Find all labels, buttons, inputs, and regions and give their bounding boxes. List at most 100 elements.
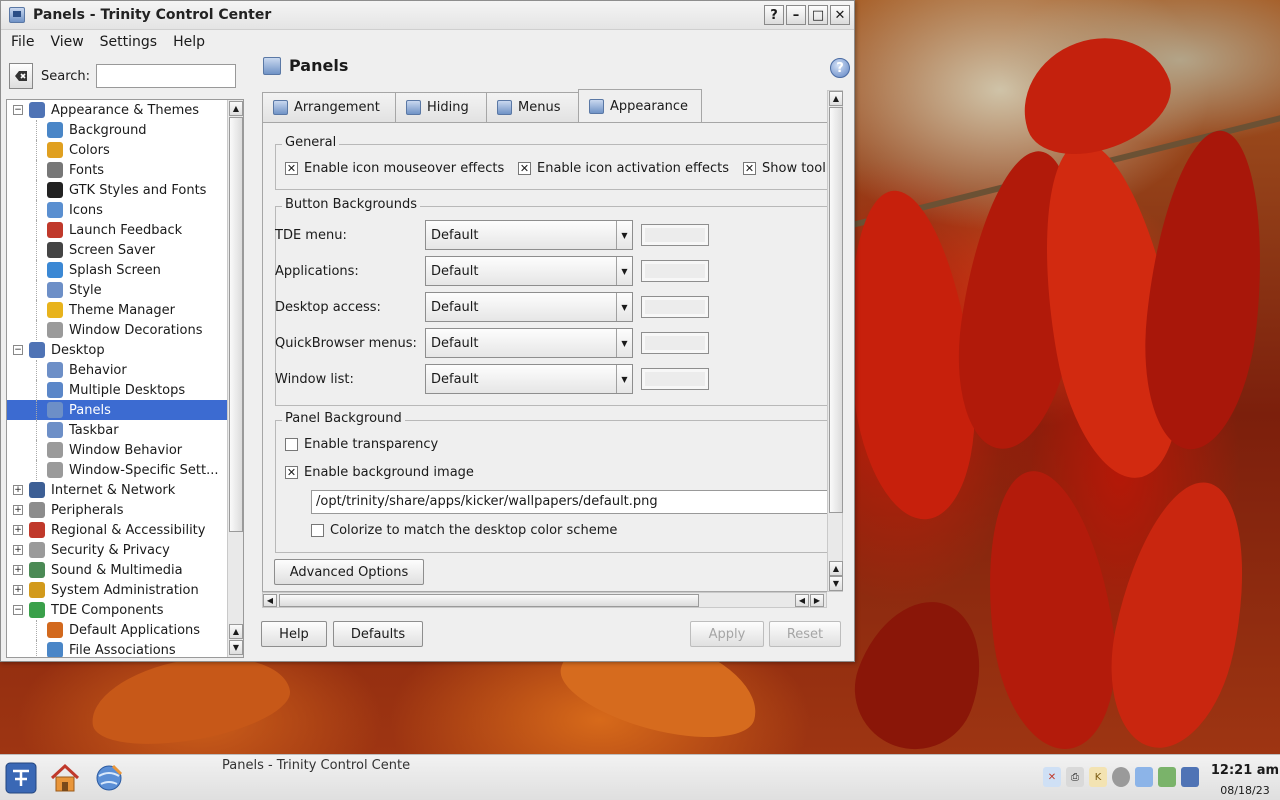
show-tooltips-checkbox[interactable]: ✕ Show tool (743, 161, 826, 176)
window-list-color-swatch[interactable] (641, 368, 709, 390)
panel-scroll-up[interactable]: ▲ (829, 91, 843, 106)
panel-scroll-left[interactable]: ◀ (263, 594, 277, 607)
home-folder-button[interactable] (48, 761, 82, 795)
update-notifier-icon[interactable] (1112, 767, 1130, 787)
display-settings-icon[interactable] (1135, 767, 1153, 787)
panel-scroll-thumb[interactable] (829, 107, 843, 513)
apply-button[interactable]: Apply (690, 621, 764, 647)
tde-menu-color-swatch[interactable] (641, 224, 709, 246)
help-button[interactable]: Help (261, 621, 327, 647)
expand-icon[interactable]: + (13, 565, 23, 575)
tree-item[interactable]: + Sound & Multimedia (7, 560, 228, 580)
window-titlebar[interactable]: Panels - Trinity Control Center ? – □ ✕ (1, 1, 854, 30)
panel-scroll-right[interactable]: ▶ (810, 594, 824, 607)
background-image-checkbox[interactable]: ✕ Enable background image (285, 465, 474, 480)
clear-search-button[interactable] (9, 63, 33, 89)
menu-help[interactable]: Help (167, 34, 211, 50)
screen-icon[interactable] (1181, 767, 1199, 787)
panel-horizontal-scrollbar[interactable]: ◀ ◀ ▶ (262, 592, 827, 608)
tree-item[interactable]: − TDE Components (7, 600, 228, 620)
panel-scroll-up-bottom[interactable]: ▲ (829, 561, 843, 576)
menu-settings[interactable]: Settings (94, 34, 163, 50)
tree-item[interactable]: − Appearance & Themes (7, 100, 228, 120)
tree-item[interactable]: File Associations (7, 640, 228, 657)
quickbrowser-color-swatch[interactable] (641, 332, 709, 354)
whats-this-help-icon[interactable]: ? (830, 58, 850, 78)
tree-item[interactable]: Default Applications (7, 620, 228, 640)
tab-arrangement[interactable]: Arrangement (262, 92, 396, 122)
klipper-clipboard-icon[interactable]: K (1089, 767, 1107, 787)
tree-item[interactable]: + Peripherals (7, 500, 228, 520)
advanced-options-button[interactable]: Advanced Options (274, 559, 424, 585)
tab-appearance[interactable]: Appearance (578, 89, 702, 122)
tde-menu-combo[interactable]: Default ▼ (425, 220, 633, 250)
menu-file[interactable]: File (5, 34, 40, 50)
tree-item[interactable]: Colors (7, 140, 228, 160)
tab-hiding[interactable]: Hiding (395, 92, 487, 122)
expand-icon[interactable]: + (13, 485, 23, 495)
taskbar-task-control-center[interactable]: Panels - Trinity Control Cente (222, 758, 412, 773)
quickbrowser-combo[interactable]: Default ▼ (425, 328, 633, 358)
collapse-icon[interactable]: − (13, 605, 23, 615)
collapse-icon[interactable]: − (13, 105, 23, 115)
panel-scroll-down[interactable]: ▼ (829, 576, 843, 591)
applications-combo[interactable]: Default ▼ (425, 256, 633, 286)
network-disconnected-icon[interactable]: ✕ (1043, 767, 1061, 787)
tree-scroll-thumb[interactable] (229, 117, 243, 532)
tree-item[interactable]: + Regional & Accessibility (7, 520, 228, 540)
tree-scroll-up-bottom[interactable]: ▲ (229, 624, 243, 639)
panel-scroll-left-end[interactable]: ◀ (795, 594, 809, 607)
tree-item[interactable]: Style (7, 280, 228, 300)
tree-item[interactable]: Window-Specific Sett... (7, 460, 228, 480)
tree-item[interactable]: Window Behavior (7, 440, 228, 460)
help-title-button[interactable]: ? (764, 5, 784, 25)
tree-item[interactable]: Taskbar (7, 420, 228, 440)
tree-item[interactable]: Icons (7, 200, 228, 220)
window-list-combo[interactable]: Default ▼ (425, 364, 633, 394)
icon-mouseover-checkbox[interactable]: ✕ Enable icon mouseover effects (285, 161, 504, 176)
collapse-icon[interactable]: − (13, 345, 23, 355)
tree-item[interactable]: Window Decorations (7, 320, 228, 340)
tree-item[interactable]: Behavior (7, 360, 228, 380)
tree-item[interactable]: Fonts (7, 160, 228, 180)
icon-activation-checkbox[interactable]: ✕ Enable icon activation effects (518, 161, 729, 176)
tde-menu-button[interactable] (4, 761, 38, 795)
close-button[interactable]: ✕ (830, 5, 850, 25)
tree-item[interactable]: Screen Saver (7, 240, 228, 260)
tree-item[interactable]: GTK Styles and Fonts (7, 180, 228, 200)
tree-item[interactable]: Splash Screen (7, 260, 228, 280)
tree-scroll-up[interactable]: ▲ (229, 101, 243, 116)
network-manager-icon[interactable] (1158, 767, 1176, 787)
menu-view[interactable]: View (44, 34, 89, 50)
search-input[interactable] (96, 64, 237, 88)
transparency-checkbox[interactable]: Enable transparency (285, 437, 438, 452)
tree-item[interactable]: + Internet & Network (7, 480, 228, 500)
desktop-access-color-swatch[interactable] (641, 296, 709, 318)
tree-item[interactable]: − Desktop (7, 340, 228, 360)
expand-icon[interactable]: + (13, 525, 23, 535)
applications-color-swatch[interactable] (641, 260, 709, 282)
tree-item[interactable]: Panels (7, 400, 228, 420)
tree-item[interactable]: Background (7, 120, 228, 140)
defaults-button[interactable]: Defaults (333, 621, 423, 647)
panel-hscroll-thumb[interactable] (279, 594, 699, 607)
tree-item[interactable]: Multiple Desktops (7, 380, 228, 400)
tree-item[interactable]: Launch Feedback (7, 220, 228, 240)
tree-item[interactable]: + System Administration (7, 580, 228, 600)
tree-item[interactable]: Theme Manager (7, 300, 228, 320)
tab-menus[interactable]: Menus (486, 92, 579, 122)
reset-button[interactable]: Reset (769, 621, 841, 647)
tree-scroll-down[interactable]: ▼ (229, 640, 243, 655)
panel-vertical-scrollbar[interactable]: ▲ ▲ ▼ (827, 90, 843, 592)
tree-scrollbar[interactable]: ▲ ▲ ▼ (227, 100, 243, 657)
tree-item[interactable]: + Security & Privacy (7, 540, 228, 560)
background-image-path-input[interactable]: /opt/trinity/share/apps/kicker/wallpaper… (311, 490, 827, 514)
web-browser-button[interactable] (92, 761, 126, 795)
printer-icon[interactable]: ⎙ (1066, 767, 1084, 787)
clock[interactable]: 12:21 am 08/18/23 (1210, 763, 1280, 797)
expand-icon[interactable]: + (13, 545, 23, 555)
expand-icon[interactable]: + (13, 505, 23, 515)
colorize-checkbox[interactable]: Colorize to match the desktop color sche… (311, 523, 617, 538)
desktop-access-combo[interactable]: Default ▼ (425, 292, 633, 322)
expand-icon[interactable]: + (13, 585, 23, 595)
